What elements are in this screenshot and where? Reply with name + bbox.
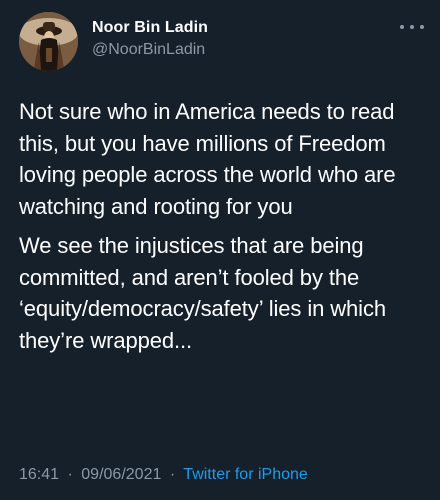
tweet-meta: 16:41 · 09/06/2021 · Twitter for iPhone <box>19 465 308 485</box>
dot <box>410 25 414 29</box>
tweet-source-link[interactable]: Twitter for iPhone <box>183 466 308 483</box>
tweet-paragraph: We see the injustices that are being com… <box>19 233 386 353</box>
tweet-header: Noor Bin Ladin @NoorBinLadin <box>19 12 424 72</box>
more-dots-icon[interactable] <box>400 22 424 32</box>
tweet-date[interactable]: 09/06/2021 <box>81 466 161 483</box>
avatar-image <box>19 12 78 71</box>
handle[interactable]: @NoorBinLadin <box>92 40 208 60</box>
tweet-text: Not sure who in America needs to read th… <box>19 96 429 364</box>
tweet-time[interactable]: 16:41 <box>19 466 59 483</box>
dot <box>400 25 404 29</box>
dot <box>420 25 424 29</box>
meta-separator: · <box>67 466 73 483</box>
meta-separator: · <box>169 466 176 483</box>
author-names: Noor Bin Ladin @NoorBinLadin <box>92 18 208 60</box>
tweet-paragraph: Not sure who in America needs to read th… <box>19 99 396 219</box>
avatar[interactable] <box>19 12 78 71</box>
tweet-card: Noor Bin Ladin @NoorBinLadin Not sure wh… <box>0 0 440 500</box>
display-name[interactable]: Noor Bin Ladin <box>92 18 208 38</box>
